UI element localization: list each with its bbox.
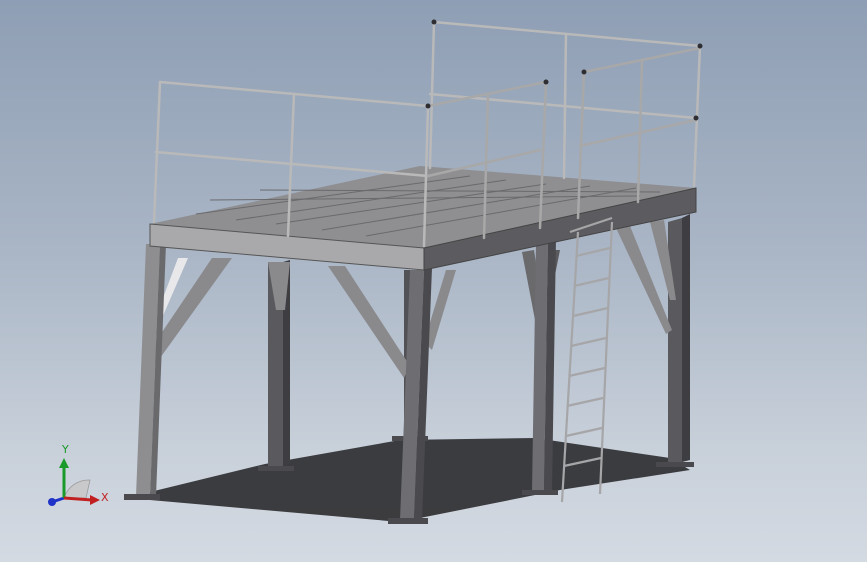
graphics-viewport[interactable]: Y X	[0, 0, 867, 562]
3d-model-view[interactable]	[0, 0, 867, 562]
x-axis-label: X	[101, 491, 109, 504]
brace-mid-a	[328, 266, 410, 378]
y-axis-arrow	[59, 458, 69, 468]
x-axis-arrow	[90, 495, 100, 505]
reference-triad: Y X	[40, 440, 120, 520]
x-axis	[63, 496, 93, 502]
y-axis-label: Y	[62, 443, 69, 456]
z-axis-tip	[48, 498, 56, 506]
triad-arc	[63, 479, 91, 499]
handrail-back[interactable]	[428, 20, 702, 188]
front-leg-left[interactable]	[124, 244, 166, 500]
